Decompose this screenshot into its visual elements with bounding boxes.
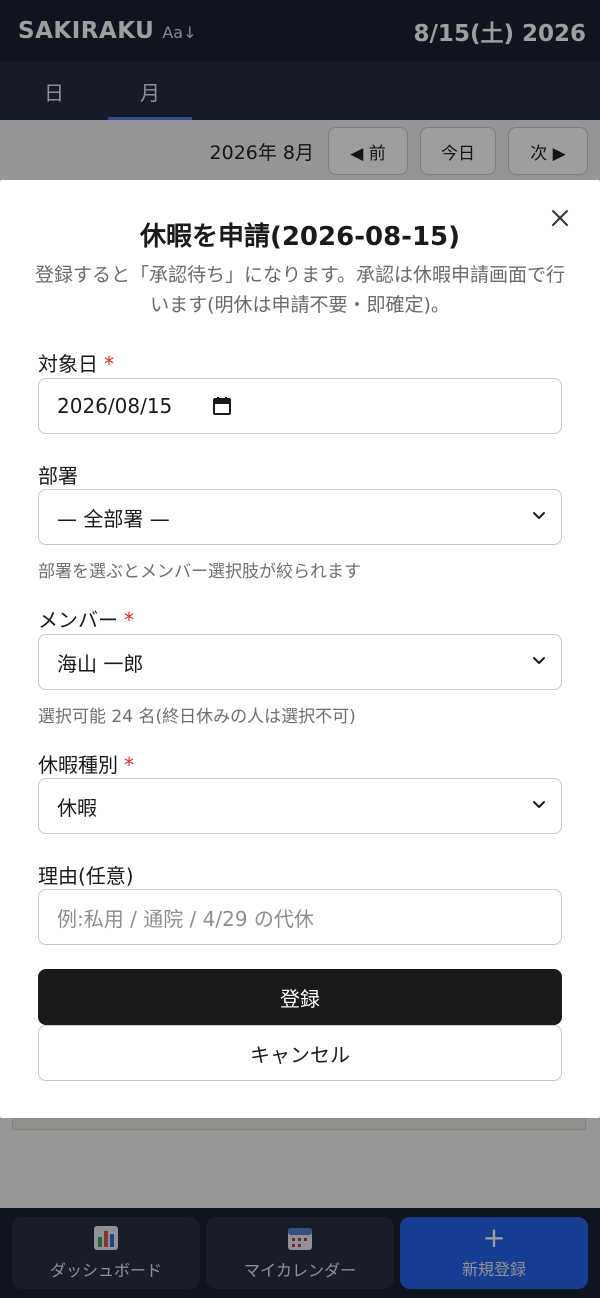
target-date-input[interactable]: 2026/08/15 xyxy=(38,378,562,434)
cancel-button[interactable]: キャンセル xyxy=(38,1025,562,1081)
department-label: 部署 xyxy=(38,464,78,488)
calendar-picker-icon[interactable] xyxy=(212,396,232,416)
required-mark: * xyxy=(104,352,114,376)
required-mark: * xyxy=(124,753,134,777)
leave-type-label-text: 休暇種別 xyxy=(38,753,118,777)
required-mark: * xyxy=(124,608,134,632)
leave-type-select[interactable]: 休暇 xyxy=(38,778,562,834)
department-select[interactable]: — 全部署 — xyxy=(38,489,562,545)
chevron-down-icon xyxy=(533,657,545,664)
leave-type-value: 休暇 xyxy=(57,795,97,820)
reason-placeholder: 例:私用 / 通院 / 4/29 の代休 xyxy=(57,906,314,931)
target-date-label-text: 対象日 xyxy=(38,352,98,376)
target-date-value: 2026/08/15 xyxy=(57,394,173,418)
target-date-label: 対象日 * xyxy=(38,348,114,377)
dialog-title: 休暇を申請(2026-08-15) xyxy=(139,222,461,252)
department-value: — 全部署 — xyxy=(57,506,170,531)
chevron-down-icon xyxy=(533,801,545,808)
member-value: 海山 一郎 xyxy=(57,651,144,676)
reason-input[interactable]: 例:私用 / 通院 / 4/29 の代休 xyxy=(38,889,562,945)
reason-label: 理由(任意) xyxy=(38,864,134,888)
member-hint: 選択可能 24 名(終日休みの人は選択不可) xyxy=(38,707,356,727)
member-label-text: メンバー xyxy=(38,608,118,632)
dialog-description: 登録すると「承認待ち」になります。承認は休暇申請画面で行います(明休は申請不要・… xyxy=(34,264,566,316)
submit-button[interactable]: 登録 xyxy=(38,969,562,1025)
department-hint: 部署を選ぶとメンバー選択肢が絞られます xyxy=(38,562,361,582)
member-select[interactable]: 海山 一郎 xyxy=(38,634,562,690)
member-label: メンバー * xyxy=(38,604,134,633)
leave-request-dialog: 休暇を申請(2026-08-15) 登録すると「承認待ち」になります。承認は休暇… xyxy=(0,180,600,1118)
leave-type-label: 休暇種別 * xyxy=(38,749,134,778)
chevron-down-icon xyxy=(533,512,545,519)
